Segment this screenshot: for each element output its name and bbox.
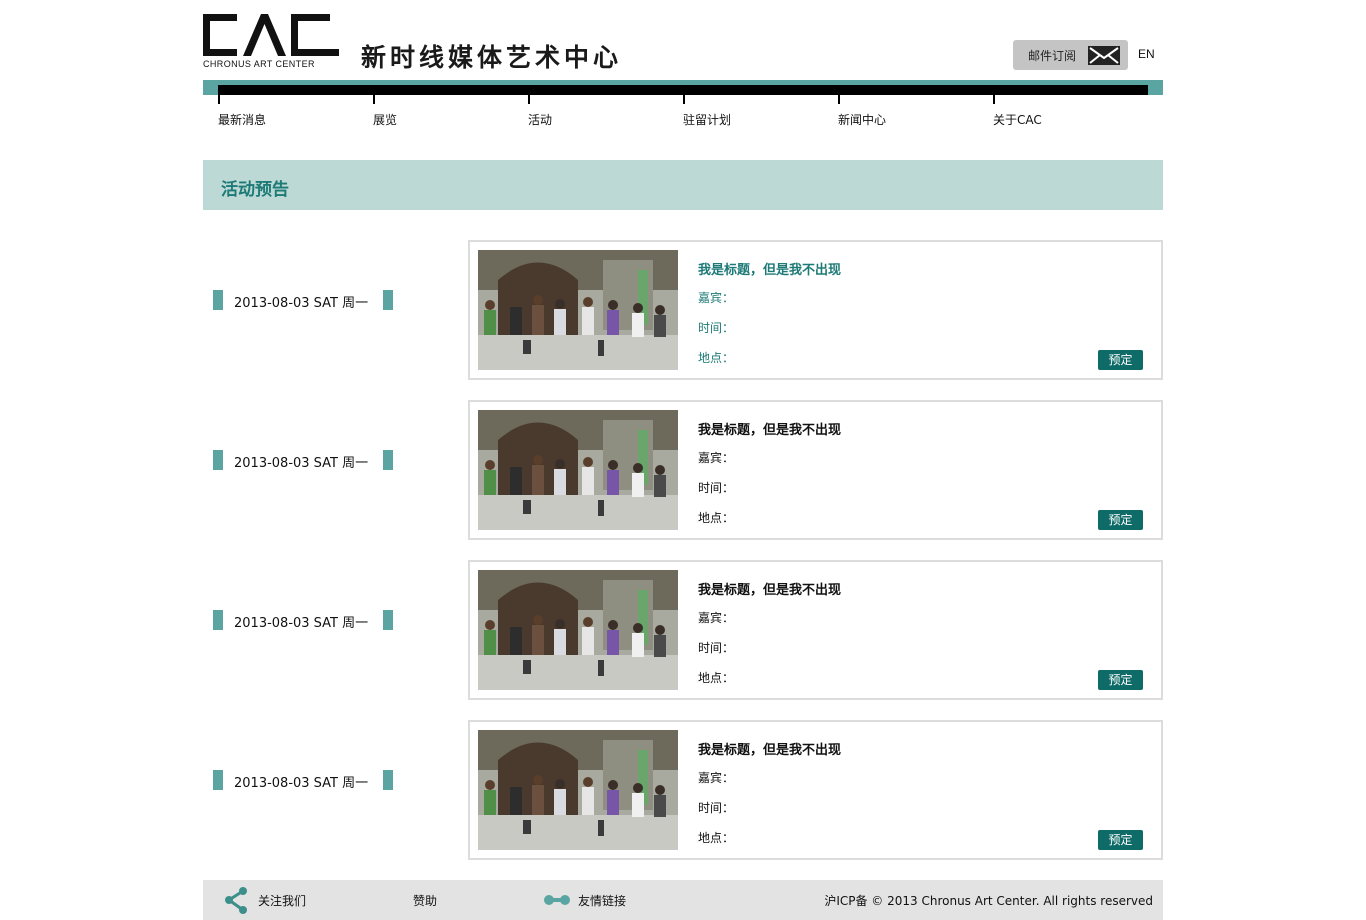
friend-links[interactable]: 友情链接 [578, 892, 626, 909]
event-place: 地点： [698, 831, 735, 845]
nav-tick [528, 95, 530, 104]
event-photo[interactable] [478, 250, 678, 370]
reserve-button[interactable]: 预定 [1098, 510, 1143, 530]
nav-tick [373, 95, 375, 104]
event-photo[interactable] [478, 570, 678, 690]
event-photo[interactable] [478, 730, 678, 850]
mail-icon [1088, 46, 1120, 65]
event-time: 时间： [698, 321, 735, 335]
event-row: 2013-08-03 SAT 周一 我是标题，但是我不出现 嘉宾： 时间： 地点… [203, 240, 1163, 380]
event-guest: 嘉宾： [698, 611, 735, 625]
date-bar-right [383, 290, 393, 310]
event-photo-image [478, 570, 678, 690]
reserve-button[interactable]: 预定 [1098, 830, 1143, 850]
logo[interactable]: CHRONUS ART CENTER [203, 12, 343, 72]
date-bar-left [213, 450, 223, 470]
event-card[interactable]: 我是标题，但是我不出现 嘉宾： 时间： 地点： 预定 [468, 560, 1163, 700]
event-title[interactable]: 我是标题，但是我不出现 [698, 259, 841, 278]
event-photo-image [478, 730, 678, 850]
event-title[interactable]: 我是标题，但是我不出现 [698, 419, 841, 438]
event-time: 时间： [698, 481, 735, 495]
event-card[interactable]: 我是标题，但是我不出现 嘉宾： 时间： 地点： 预定 [468, 720, 1163, 860]
reserve-button[interactable]: 预定 [1098, 670, 1143, 690]
event-card[interactable]: 我是标题，但是我不出现 嘉宾： 时间： 地点： 预定 [468, 240, 1163, 380]
date-bar-left [213, 610, 223, 630]
nav-tick [683, 95, 685, 104]
event-date-text: 2013-08-03 SAT 周一 [234, 776, 369, 791]
nav-label: 最新消息 [218, 113, 267, 127]
site-name: 新时线媒体艺术中心 [361, 43, 623, 72]
event-photo[interactable] [478, 410, 678, 530]
event-place: 地点： [698, 671, 735, 685]
nav-tick [993, 95, 995, 104]
follow-us-link[interactable]: 关注我们 [258, 892, 306, 909]
page: CHRONUS ART CENTER 新时线媒体艺术中心 邮件订阅 EN 最新消… [203, 0, 1163, 920]
main-nav: 最新消息 展览 活动 驻留计划 新闻中心 关于CAC [218, 95, 1148, 135]
nav-label: 展览 [373, 113, 398, 127]
footer: 关注我们 赞助 友情链接 沪ICP备 © 2013 Chronus Art Ce… [203, 880, 1163, 920]
nav-tick [838, 95, 840, 104]
subscribe-button[interactable]: 邮件订阅 [1013, 40, 1128, 70]
event-time: 时间： [698, 801, 735, 815]
event-row: 2013-08-03 SAT 周一 我是标题，但是我不出现 嘉宾： 时间： 地点… [203, 560, 1163, 700]
cac-logo-mark [203, 14, 339, 56]
date-bar-right [383, 770, 393, 790]
link-icon [544, 895, 570, 905]
nav-label: 关于CAC [993, 113, 1042, 127]
event-date-text: 2013-08-03 SAT 周一 [234, 296, 369, 311]
event-date: 2013-08-03 SAT 周一 [213, 290, 393, 311]
copyright-text: 沪ICP备 © 2013 Chronus Art Center. All rig… [824, 894, 1153, 908]
event-date: 2013-08-03 SAT 周一 [213, 770, 393, 791]
event-photo-image [478, 250, 678, 370]
nav-label: 驻留计划 [683, 113, 732, 127]
section-banner: 活动预告 [203, 160, 1163, 210]
date-bar-left [213, 770, 223, 790]
logo-subtitle: CHRONUS ART CENTER [203, 59, 315, 69]
event-row: 2013-08-03 SAT 周一 我是标题，但是我不出现 嘉宾： 时间： 地点… [203, 400, 1163, 540]
subscribe-label: 邮件订阅 [1028, 48, 1077, 63]
nav-tick [218, 95, 220, 104]
event-photo-image [478, 410, 678, 530]
event-guest: 嘉宾： [698, 291, 735, 305]
sponsor-link[interactable]: 赞助 [413, 892, 437, 909]
nav-label: 新闻中心 [838, 113, 887, 127]
section-title: 活动预告 [221, 180, 289, 200]
event-time: 时间： [698, 641, 735, 655]
event-date-text: 2013-08-03 SAT 周一 [234, 616, 369, 631]
date-bar-right [383, 450, 393, 470]
event-place: 地点： [698, 351, 735, 365]
event-date: 2013-08-03 SAT 周一 [213, 610, 393, 631]
event-card[interactable]: 我是标题，但是我不出现 嘉宾： 时间： 地点： 预定 [468, 400, 1163, 540]
event-date-text: 2013-08-03 SAT 周一 [234, 456, 369, 471]
event-guest: 嘉宾： [698, 451, 735, 465]
event-date: 2013-08-03 SAT 周一 [213, 450, 393, 471]
event-title[interactable]: 我是标题，但是我不出现 [698, 739, 841, 758]
date-bar-left [213, 290, 223, 310]
share-icon[interactable] [221, 885, 251, 915]
event-title[interactable]: 我是标题，但是我不出现 [698, 579, 841, 598]
reserve-button[interactable]: 预定 [1098, 350, 1143, 370]
nav-bar [218, 85, 1148, 95]
event-guest: 嘉宾： [698, 771, 735, 785]
event-place: 地点： [698, 511, 735, 525]
nav-label: 活动 [528, 113, 553, 127]
language-switch[interactable]: EN [1138, 47, 1155, 61]
event-row: 2013-08-03 SAT 周一 我是标题，但是我不出现 嘉宾： 时间： 地点… [203, 720, 1163, 860]
date-bar-right [383, 610, 393, 630]
